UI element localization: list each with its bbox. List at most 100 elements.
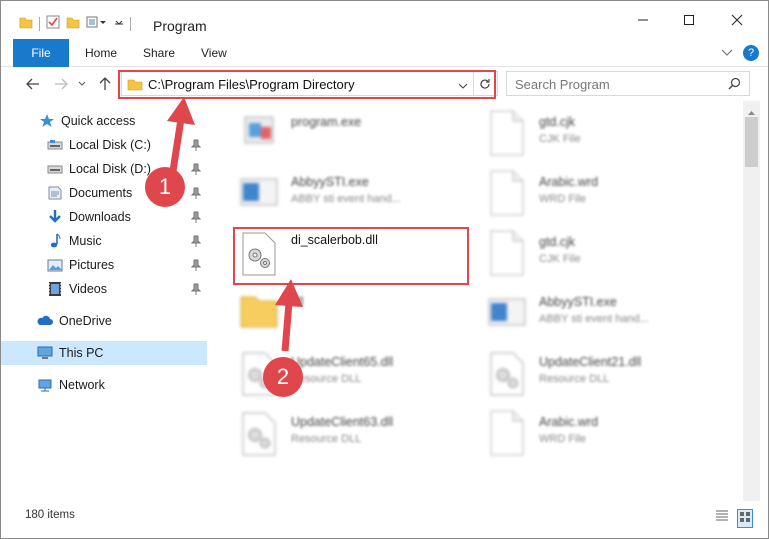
drive-icon xyxy=(47,161,63,177)
pin-icon[interactable] xyxy=(190,163,202,175)
videos-icon xyxy=(47,281,63,297)
pin-icon[interactable] xyxy=(190,187,202,199)
item-count: 180 items xyxy=(25,509,75,521)
pin-icon[interactable] xyxy=(190,139,202,151)
download-icon xyxy=(47,209,63,225)
pin-icon[interactable] xyxy=(190,259,202,271)
separator xyxy=(130,16,131,31)
search-icon xyxy=(728,77,741,93)
ribbon-expand-icon[interactable] xyxy=(721,47,733,61)
drive-icon xyxy=(47,137,63,153)
dll-file-icon xyxy=(485,349,529,397)
file-item[interactable]: UpdateClient63.dll Resource DLL xyxy=(231,403,461,463)
nav-item-quick-access[interactable]: Quick access xyxy=(1,109,207,133)
nav-item-network[interactable]: Network xyxy=(1,373,207,397)
exe-file-icon xyxy=(237,169,281,217)
computer-icon xyxy=(37,345,53,361)
new-folder-icon[interactable] xyxy=(66,15,80,32)
file-type: CJK File xyxy=(539,253,581,265)
nav-item-videos[interactable]: Videos xyxy=(1,277,207,301)
tab-view[interactable]: View xyxy=(189,39,239,67)
tab-file[interactable]: File xyxy=(13,39,69,67)
recent-locations-button[interactable] xyxy=(75,73,89,95)
separator xyxy=(39,16,40,31)
help-icon[interactable]: ? xyxy=(743,45,759,61)
file-type: ABBY sti event hand... xyxy=(539,313,649,325)
pin-icon[interactable] xyxy=(190,235,202,247)
search-placeholder: Search Program xyxy=(515,77,610,92)
music-icon xyxy=(47,233,63,249)
file-item[interactable]: Arabic.wrd WRD File xyxy=(479,163,709,223)
status-bar: 180 items xyxy=(1,505,768,528)
nav-item-onedrive[interactable]: OneDrive xyxy=(1,309,207,333)
nav-item-label: This PC xyxy=(59,346,104,360)
file-item[interactable]: Arabic.wrd WRD File xyxy=(479,403,709,463)
file-item[interactable]: gtd.cjk CJK File xyxy=(479,103,709,163)
nav-item-pictures[interactable]: Pictures xyxy=(1,253,207,277)
scroll-thumb[interactable] xyxy=(745,117,758,167)
tab-home[interactable]: Home xyxy=(73,39,129,67)
file-item[interactable]: AbbyySTI.exe ABBY sti event hand... xyxy=(479,283,709,343)
exe-file-icon xyxy=(485,289,529,337)
maximize-button[interactable] xyxy=(666,1,712,39)
search-box[interactable]: Search Program xyxy=(506,71,750,96)
nav-item-local-disk-c[interactable]: Local Disk (C:) xyxy=(1,133,207,157)
nav-item-label: Pictures xyxy=(69,258,115,272)
network-icon xyxy=(37,377,53,393)
file-item[interactable]: UpdateClient21.dll Resource DLL xyxy=(479,343,709,403)
vertical-scrollbar[interactable] xyxy=(743,101,760,501)
file-type: Resource DLL xyxy=(291,433,362,445)
file-name: gtd.cjk xyxy=(539,235,576,249)
customize-icon[interactable] xyxy=(86,15,108,32)
file-explorer-window: Program File Home Share View ? C:\Progra… xyxy=(0,0,769,539)
pin-icon[interactable] xyxy=(190,211,202,223)
nav-item-downloads[interactable]: Downloads xyxy=(1,205,207,229)
minimize-button[interactable] xyxy=(620,1,666,39)
nav-item-label: Music xyxy=(69,234,102,248)
up-button[interactable] xyxy=(95,73,115,95)
ribbon-tabs: File Home Share View ? xyxy=(1,39,768,67)
address-bar-highlight xyxy=(118,70,496,99)
cloud-icon xyxy=(37,313,53,329)
nav-item-label: OneDrive xyxy=(59,314,112,328)
file-name: AbbyySTI.exe xyxy=(291,175,369,189)
nav-item-this-pc[interactable]: This PC xyxy=(1,341,207,365)
tab-share[interactable]: Share xyxy=(131,39,187,67)
nav-item-label: Local Disk (D:) xyxy=(69,162,151,176)
file-highlight xyxy=(233,227,469,285)
pictures-icon xyxy=(47,257,63,273)
generic-file-icon xyxy=(485,229,529,277)
dropdown-arrow-icon[interactable] xyxy=(114,17,124,31)
file-type: CJK File xyxy=(539,133,581,145)
maximize-icon xyxy=(684,15,694,25)
nav-item-music[interactable]: Music xyxy=(1,229,207,253)
file-item[interactable]: gtd.cjk CJK File xyxy=(479,223,709,283)
star-icon xyxy=(39,113,55,129)
folder-icon[interactable] xyxy=(19,15,33,32)
step-badge-1: 1 xyxy=(145,167,185,207)
back-button[interactable] xyxy=(23,73,43,95)
nav-item-label: Network xyxy=(59,378,105,392)
forward-arrow-icon xyxy=(55,78,68,90)
file-name: UpdateClient21.dll xyxy=(539,355,642,369)
large-icons-view-icon[interactable] xyxy=(737,509,753,528)
close-button[interactable] xyxy=(714,1,760,39)
forward-button[interactable] xyxy=(51,73,71,95)
step-badge-2: 2 xyxy=(263,357,303,397)
file-item[interactable]: program.exe xyxy=(231,103,461,163)
pin-icon[interactable] xyxy=(190,283,202,295)
file-list: program.exe gtd.cjk CJK File AbbyySTI.ex… xyxy=(211,101,741,501)
documents-icon xyxy=(47,185,63,201)
file-item[interactable]: AbbyySTI.exe ABBY sti event hand... xyxy=(231,163,461,223)
back-arrow-icon xyxy=(26,78,39,90)
nav-item-label: Quick access xyxy=(61,114,136,128)
details-view-icon[interactable] xyxy=(715,509,729,526)
file-name: Arabic.wrd xyxy=(539,415,599,429)
nav-item-label: Local Disk (C:) xyxy=(69,138,151,152)
properties-icon[interactable] xyxy=(46,15,60,32)
file-item[interactable]: dll xyxy=(231,283,461,343)
file-name: Arabic.wrd xyxy=(539,175,599,189)
nav-item-label: Documents xyxy=(69,186,133,200)
file-name: AbbyySTI.exe xyxy=(539,295,617,309)
chevron-down-icon xyxy=(78,81,86,86)
